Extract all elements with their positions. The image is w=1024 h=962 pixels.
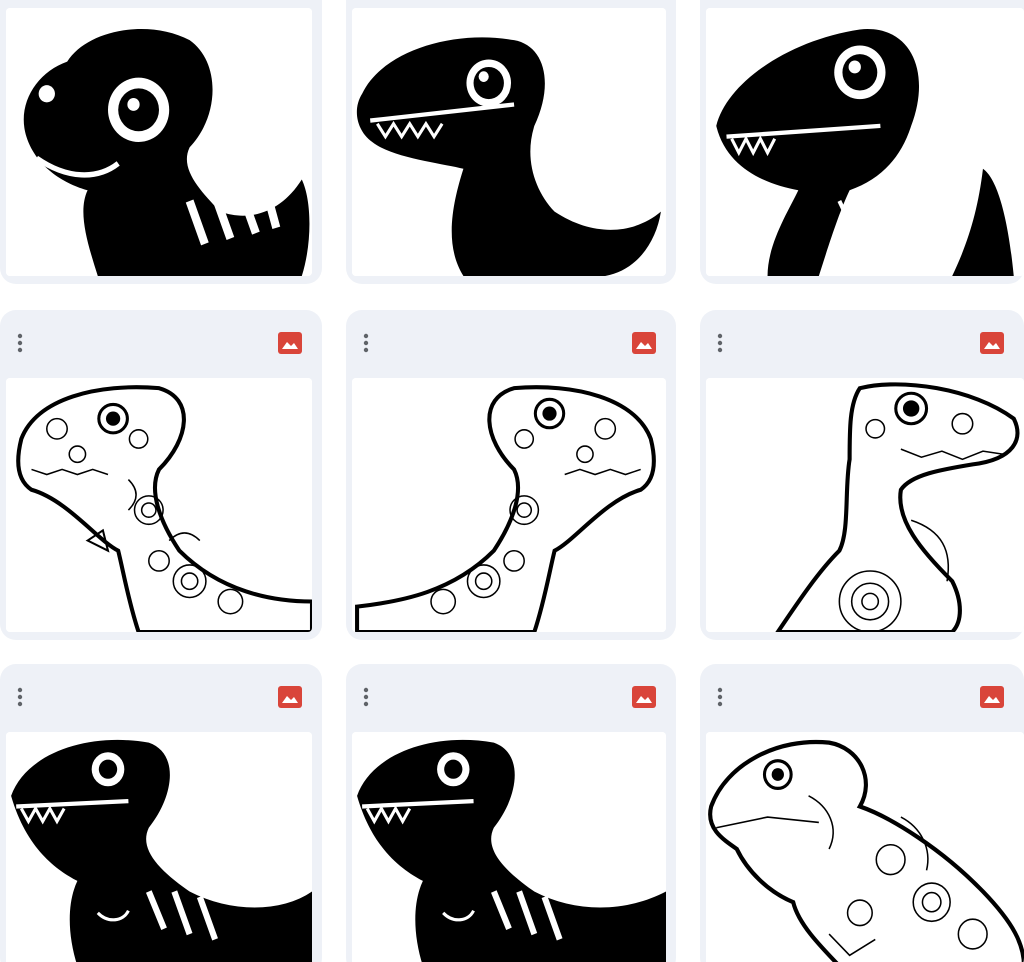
image-file-icon bbox=[980, 686, 1004, 708]
image-card[interactable] bbox=[346, 0, 676, 284]
card-header bbox=[0, 664, 322, 728]
image-card[interactable] bbox=[346, 310, 676, 640]
dino-thumbnail[interactable] bbox=[6, 378, 312, 632]
image-results-grid bbox=[0, 0, 1024, 962]
image-card[interactable] bbox=[700, 0, 1024, 284]
dino-silhouette-image bbox=[6, 732, 312, 962]
more-vert-icon[interactable] bbox=[12, 686, 28, 708]
dino-thumbnail[interactable] bbox=[706, 378, 1024, 632]
card-header bbox=[0, 0, 322, 8]
image-file-icon bbox=[278, 332, 302, 354]
dino-mandala-image bbox=[352, 378, 666, 632]
image-file-icon bbox=[278, 686, 302, 708]
dino-mandala-image bbox=[706, 378, 1024, 632]
more-vert-icon[interactable] bbox=[712, 332, 728, 354]
image-file-icon bbox=[632, 332, 656, 354]
dino-thumbnail[interactable] bbox=[706, 8, 1024, 276]
dino-thumbnail[interactable] bbox=[352, 8, 666, 276]
dino-mandala-image bbox=[6, 378, 312, 632]
more-vert-icon[interactable] bbox=[712, 686, 728, 708]
dino-mandala-image bbox=[706, 732, 1024, 962]
dino-thumbnail[interactable] bbox=[706, 732, 1024, 962]
card-header bbox=[346, 664, 676, 728]
more-vert-icon[interactable] bbox=[12, 332, 28, 354]
image-card[interactable] bbox=[700, 664, 1024, 962]
card-header bbox=[700, 310, 1024, 374]
dino-silhouette-image bbox=[6, 8, 312, 276]
more-vert-icon[interactable] bbox=[358, 332, 374, 354]
dino-thumbnail[interactable] bbox=[6, 8, 312, 276]
image-card[interactable] bbox=[0, 664, 322, 962]
dino-thumbnail[interactable] bbox=[6, 732, 312, 962]
dino-thumbnail[interactable] bbox=[352, 732, 666, 962]
more-vert-icon[interactable] bbox=[358, 686, 374, 708]
image-card[interactable] bbox=[0, 0, 322, 284]
dino-thumbnail[interactable] bbox=[352, 378, 666, 632]
dino-silhouette-image bbox=[352, 8, 666, 276]
image-file-icon bbox=[980, 332, 1004, 354]
dino-silhouette-image bbox=[352, 732, 666, 962]
dino-silhouette-image bbox=[706, 8, 1024, 276]
card-header bbox=[0, 310, 322, 374]
card-header bbox=[700, 664, 1024, 728]
image-card[interactable] bbox=[700, 310, 1024, 640]
card-header bbox=[346, 310, 676, 374]
image-card[interactable] bbox=[346, 664, 676, 962]
image-file-icon bbox=[632, 686, 656, 708]
image-card[interactable] bbox=[0, 310, 322, 640]
